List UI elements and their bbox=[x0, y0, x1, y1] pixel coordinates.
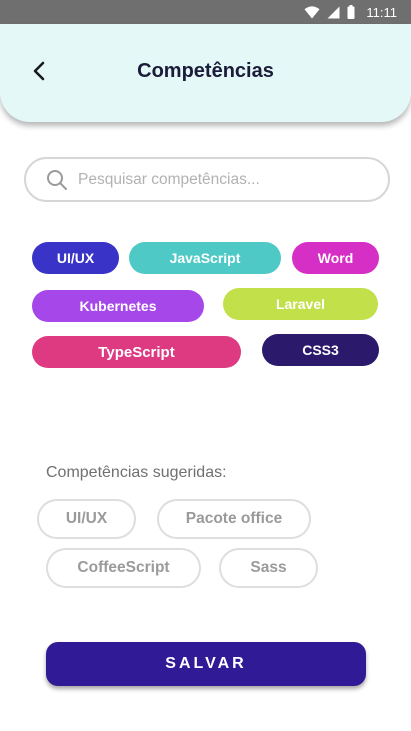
skill-chip-label: Kubernetes bbox=[79, 298, 157, 314]
suggested-chip-coffeescript[interactable]: CoffeeScript bbox=[46, 548, 201, 588]
status-bar: 11:11 bbox=[0, 0, 411, 24]
suggested-chip-pacote-office[interactable]: Pacote office bbox=[157, 499, 311, 539]
skill-chip-css3[interactable]: CSS3 bbox=[262, 334, 379, 366]
wifi-icon bbox=[304, 5, 320, 19]
skill-chip-typescript[interactable]: TypeScript bbox=[32, 336, 241, 368]
signal-icon bbox=[327, 6, 340, 19]
suggested-title: Competências sugeridas: bbox=[46, 464, 227, 481]
suggested-chip-label: Sass bbox=[250, 559, 287, 576]
skill-chip-javascript[interactable]: JavaScript bbox=[129, 242, 281, 274]
suggested-chip-label: CoffeeScript bbox=[77, 559, 170, 576]
page-title: Competências bbox=[137, 60, 274, 82]
search-input[interactable] bbox=[78, 170, 358, 189]
battery-icon bbox=[347, 5, 355, 19]
skill-chip-word[interactable]: Word bbox=[292, 242, 379, 274]
skill-chip-kubernetes[interactable]: Kubernetes bbox=[32, 290, 204, 322]
suggested-chip-sass[interactable]: Sass bbox=[219, 548, 318, 588]
save-button-label: SALVAR bbox=[165, 655, 247, 672]
search-box[interactable] bbox=[24, 157, 390, 202]
skill-chip-label: Word bbox=[317, 250, 354, 266]
app-bar: Competências bbox=[0, 24, 411, 122]
skill-chip-uiux[interactable]: UI/UX bbox=[32, 242, 119, 274]
skill-chip-laravel[interactable]: Laravel bbox=[223, 288, 378, 320]
skill-chip-label: CSS3 bbox=[302, 342, 339, 358]
suggested-chip-label: Pacote office bbox=[185, 510, 283, 527]
search-icon bbox=[47, 169, 67, 190]
suggested-chip-label: UI/UX bbox=[65, 510, 108, 527]
status-time: 11:11 bbox=[366, 4, 397, 20]
skill-chip-label: Laravel bbox=[275, 296, 326, 312]
suggested-chip-uiux[interactable]: UI/UX bbox=[37, 499, 136, 539]
skill-chip-label: JavaScript bbox=[169, 250, 241, 266]
skill-chip-label: UI/UX bbox=[56, 250, 95, 266]
save-button[interactable]: SALVAR bbox=[46, 642, 366, 686]
skill-chip-label: TypeScript bbox=[98, 343, 175, 361]
